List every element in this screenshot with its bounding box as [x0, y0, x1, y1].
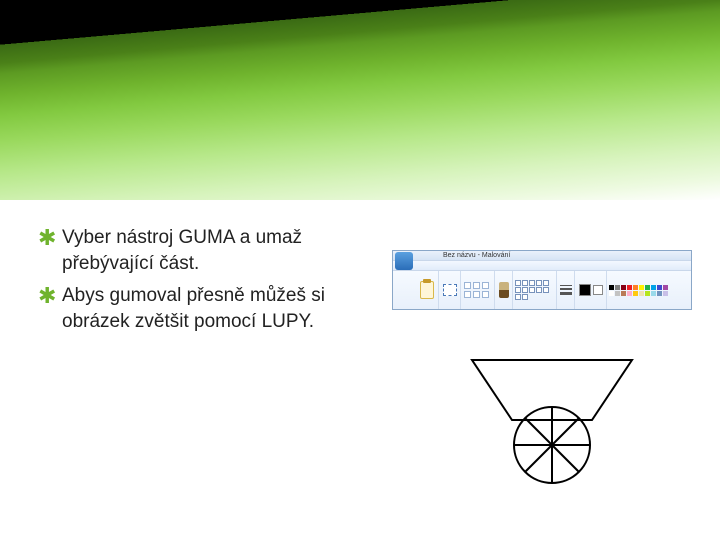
- shape-icon: [536, 287, 542, 293]
- picker-icon: [473, 291, 480, 298]
- shape-icon: [543, 280, 549, 286]
- mspaint-window: Bez názvu - Malování: [392, 250, 692, 310]
- color-swatch: [657, 291, 662, 296]
- stroke-med-icon: [560, 288, 572, 290]
- shape-icon: [515, 280, 521, 286]
- paste-icon: [420, 281, 434, 299]
- bullet-list: ✱ Vyber nástroj GUMA a umaž přebývající …: [38, 225, 378, 341]
- color-swatch: [651, 285, 656, 290]
- bullet-glyph: ✱: [38, 283, 62, 309]
- color-swatch: [651, 291, 656, 296]
- pencil-icon: [464, 282, 471, 289]
- slide: ✱ Vyber nástroj GUMA a umaž přebývající …: [0, 0, 720, 540]
- bullet-text: Vyber nástroj GUMA a umaž přebývající čá…: [62, 225, 378, 277]
- color-swatch: [657, 285, 662, 290]
- brush-group: [495, 271, 513, 309]
- color-swatch: [633, 285, 638, 290]
- cart-svg: [452, 340, 652, 490]
- color-swatch: [615, 285, 620, 290]
- color-swatch: [627, 285, 632, 290]
- color-swatch: [627, 291, 632, 296]
- shape-icon: [529, 280, 535, 286]
- app-menu-icon: [395, 252, 413, 270]
- color2-icon: [593, 285, 603, 295]
- titlebar: Bez názvu - Malování: [393, 251, 691, 261]
- list-item: ✱ Vyber nástroj GUMA a umaž přebývající …: [38, 225, 378, 277]
- stroke-thin-icon: [560, 285, 572, 286]
- tools-group: [461, 271, 495, 309]
- figure: Bez názvu - Malování: [392, 250, 692, 500]
- shape-icon: [515, 287, 521, 293]
- color-swatch: [609, 285, 614, 290]
- magnifier-icon: [482, 291, 489, 298]
- ribbon-tabs: [393, 261, 691, 271]
- fill-icon: [473, 282, 480, 289]
- shape-icon: [522, 280, 528, 286]
- stroke-thick-icon: [560, 292, 572, 295]
- color-swatch: [639, 285, 644, 290]
- bullet-glyph: ✱: [38, 225, 62, 251]
- select-group: [439, 271, 461, 309]
- color-swatch: [615, 291, 620, 296]
- shapes-group: [513, 271, 557, 309]
- ribbon: [393, 271, 691, 309]
- cart-drawing: [452, 340, 652, 490]
- list-item: ✱ Abys gumoval přesně můžeš si obrázek z…: [38, 283, 378, 335]
- shape-icon: [543, 287, 549, 293]
- color1-icon: [579, 284, 591, 296]
- color-swatch: [645, 291, 650, 296]
- window-title: Bez názvu - Malování: [443, 251, 510, 261]
- shape-icon: [536, 280, 542, 286]
- shape-icon: [522, 287, 528, 293]
- bullet-text: Abys gumoval přesně můžeš si obrázek zvě…: [62, 283, 378, 335]
- clipboard-group: [415, 271, 439, 309]
- stroke-group: [557, 271, 575, 309]
- color-palette: [607, 271, 673, 309]
- shape-icon: [529, 287, 535, 293]
- color-swatch: [633, 291, 638, 296]
- gradient-banner: [0, 0, 720, 200]
- brush-icon: [499, 282, 509, 298]
- shape-icon: [522, 294, 528, 300]
- color-swatch: [609, 291, 614, 296]
- color-swatch: [645, 285, 650, 290]
- color-swatch: [663, 285, 668, 290]
- eraser-icon: [464, 291, 471, 298]
- color-swatch: [621, 291, 626, 296]
- color-swatch: [621, 285, 626, 290]
- text-icon: [482, 282, 489, 289]
- shape-icon: [515, 294, 521, 300]
- color-swatch: [639, 291, 644, 296]
- color-swatch: [663, 291, 668, 296]
- select-icon: [443, 284, 457, 296]
- color-buttons: [575, 271, 607, 309]
